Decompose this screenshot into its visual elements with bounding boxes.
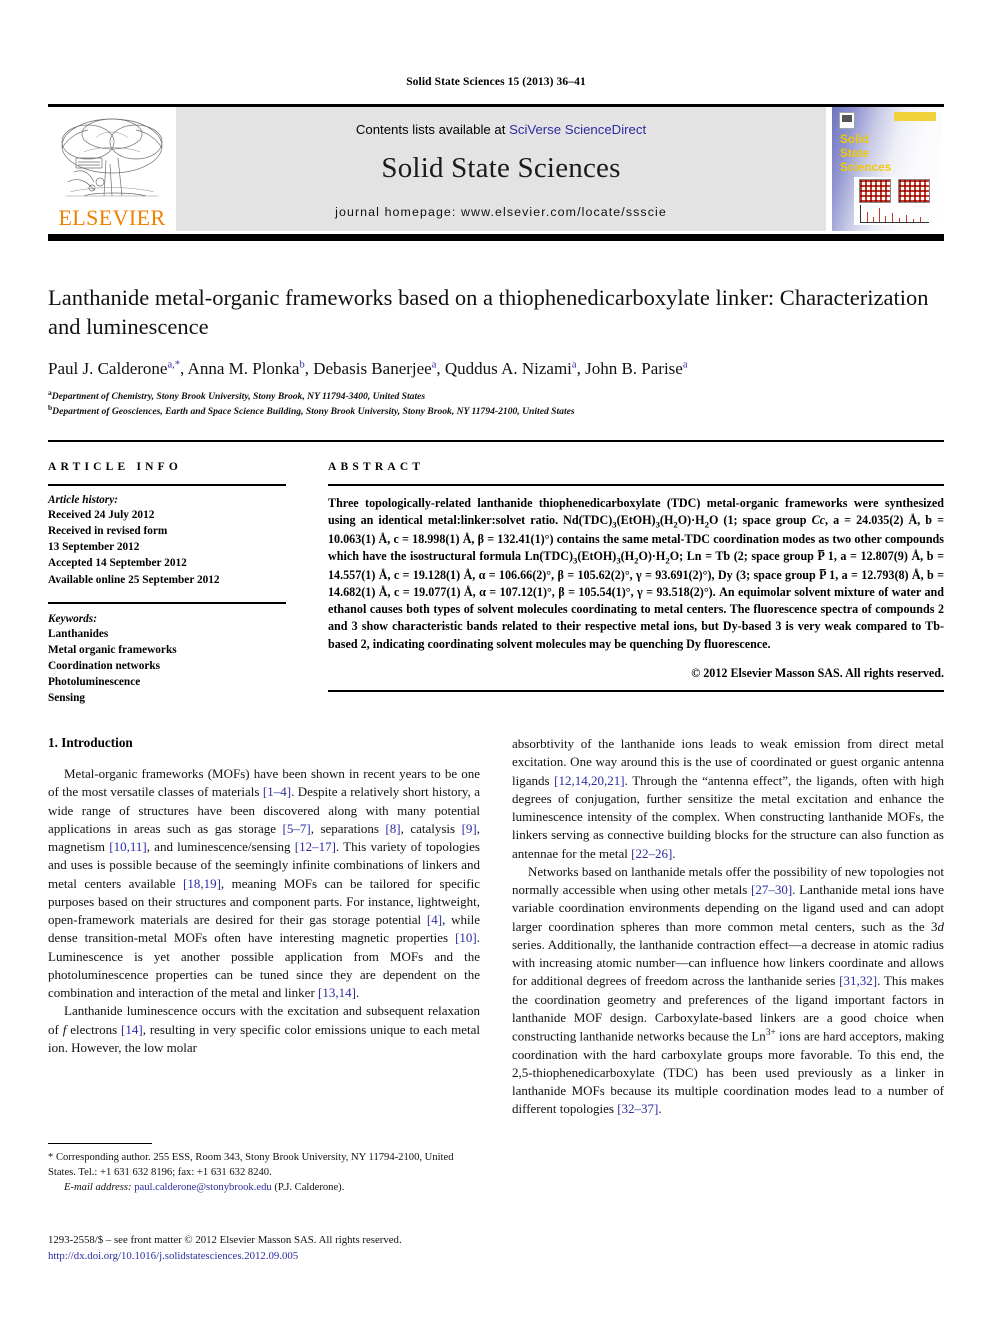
email-address-label: E-mail address: — [64, 1182, 132, 1194]
footnote-rule — [48, 1143, 152, 1144]
journal-cover-thumbnail: Solid State Sciences — [826, 107, 944, 231]
page-title: Lanthanide metal-organic frameworks base… — [48, 285, 929, 340]
abstract-bottom-rule — [328, 689, 944, 692]
info-abstract-top-rule — [48, 440, 944, 442]
elsevier-logo: ELSEVIER — [48, 107, 176, 231]
keyword-item: Metal organic frameworks — [48, 643, 177, 656]
body-right-column: absorbtivity of the lanthanide ions lead… — [512, 735, 944, 1119]
masthead-center-panel: Contents lists available at SciVerse Sci… — [176, 107, 826, 231]
info-abstract-columns: ARTICLE INFO Article history: Received 2… — [48, 461, 944, 706]
affiliation-list: aDepartment of Chemistry, Stony Brook Un… — [48, 388, 944, 420]
sciencedirect-link[interactable]: SciVerse ScienceDirect — [509, 122, 646, 137]
contents-available-line: Contents lists available at SciVerse Sci… — [176, 122, 826, 137]
affiliation-item: aDepartment of Chemistry, Stony Brook Un… — [48, 387, 426, 402]
issn-copyright-line: 1293-2558/$ – see front matter © 2012 El… — [48, 1234, 402, 1246]
body-column-gap — [480, 735, 512, 1119]
abstract-rule — [328, 484, 944, 486]
keyword-item: Coordination networks — [48, 659, 161, 672]
article-info-rule — [48, 484, 286, 486]
elsevier-tree-icon — [54, 112, 170, 206]
abstract-text: Three topologically-related lanthanide t… — [328, 496, 944, 651]
article-history-label: Article history: — [48, 494, 118, 506]
keyword-list: Lanthanides Metal organic frameworks Coo… — [48, 626, 286, 707]
cover-figure-crystal-a — [859, 179, 891, 203]
history-line: Accepted 14 September 2012 — [48, 557, 187, 570]
journal-title: Solid State Sciences — [381, 152, 621, 184]
journal-homepage[interactable]: journal homepage: www.elsevier.com/locat… — [176, 205, 826, 219]
cover-figure-crystal-b — [898, 179, 930, 203]
cover-image: Solid State Sciences — [832, 107, 942, 231]
cover-figure — [854, 177, 934, 225]
article-info-column: ARTICLE INFO Article history: Received 2… — [48, 461, 286, 706]
cover-elsevier-mark-icon — [839, 112, 855, 129]
email-owner: (P.J. Calderone). — [274, 1182, 345, 1194]
body-columns: 1. Introduction Metal-organic frameworks… — [48, 735, 944, 1119]
keyword-item: Lanthanides — [48, 627, 109, 640]
contents-prefix: Contents lists available at — [355, 122, 510, 137]
email-note: E-mail address: paul.calderone@stonybroo… — [48, 1180, 480, 1195]
abstract-heading: ABSTRACT — [328, 461, 425, 473]
doi-link[interactable]: http://dx.doi.org/10.1016/j.solidstatesc… — [48, 1250, 298, 1262]
cover-yellow-banner — [894, 112, 936, 121]
article-history-lines: Received 24 July 2012 Received in revise… — [48, 507, 286, 588]
body-left-column: 1. Introduction Metal-organic frameworks… — [48, 735, 480, 1119]
elsevier-wordmark: ELSEVIER — [58, 205, 166, 230]
email-link[interactable]: paul.calderone@stonybrook.edu — [134, 1182, 271, 1193]
body-paragraph: absorbtivity of the lanthanide ions lead… — [512, 736, 944, 861]
abstract-column: ABSTRACT Three topologically-related lan… — [328, 461, 944, 706]
masthead-body: ELSEVIER Contents lists available at Sci… — [48, 107, 944, 231]
column-gap — [286, 461, 328, 706]
cover-title-text: Solid State Sciences — [840, 134, 892, 175]
history-line: Available online 25 September 2012 — [48, 573, 220, 586]
history-line: Received in revised form — [48, 525, 168, 538]
running-head: Solid State Sciences 15 (2013) 36–41 — [406, 76, 586, 88]
masthead-bottom-rule — [48, 234, 944, 241]
keywords-rule — [48, 601, 286, 604]
body-paragraph: Metal-organic frameworks (MOFs) have bee… — [48, 766, 481, 1000]
journal-article-page: Solid State Sciences 15 (2013) 36–41 ELS… — [0, 0, 992, 1323]
body-paragraph: Lanthanide luminescence occurs with the … — [48, 1003, 480, 1055]
abstract-copyright: © 2012 Elsevier Masson SAS. All rights r… — [691, 665, 944, 680]
article-info-heading: ARTICLE INFO — [48, 461, 183, 473]
corresponding-author-note: * Corresponding author. 255 ESS, Room 34… — [48, 1152, 454, 1179]
keyword-item: Photoluminescence — [48, 676, 141, 689]
journal-masthead: ELSEVIER Contents lists available at Sci… — [48, 104, 944, 241]
keywords-label: Keywords: — [48, 612, 97, 625]
page-footer: 1293-2558/$ – see front matter © 2012 El… — [48, 1233, 508, 1264]
title-block: Lanthanide metal-organic frameworks base… — [48, 283, 944, 419]
body-paragraph: Networks based on lanthanide metals offe… — [512, 863, 945, 1117]
affiliation-item: bDepartment of Geosciences, Earth and Sp… — [48, 403, 575, 418]
section-heading-introduction: 1. Introduction — [48, 735, 133, 750]
history-line: Received 24 July 2012 — [48, 509, 155, 521]
history-line: 13 September 2012 — [48, 541, 140, 554]
footnote-block: * Corresponding author. 255 ESS, Room 34… — [48, 1143, 480, 1195]
info-abstract-region: ARTICLE INFO Article history: Received 2… — [48, 440, 944, 706]
author-list: Paul J. Calderonea,*, Anna M. Plonkab, D… — [48, 358, 688, 378]
keyword-item: Sensing — [48, 692, 86, 705]
cover-figure-xrd-plot — [860, 205, 929, 223]
